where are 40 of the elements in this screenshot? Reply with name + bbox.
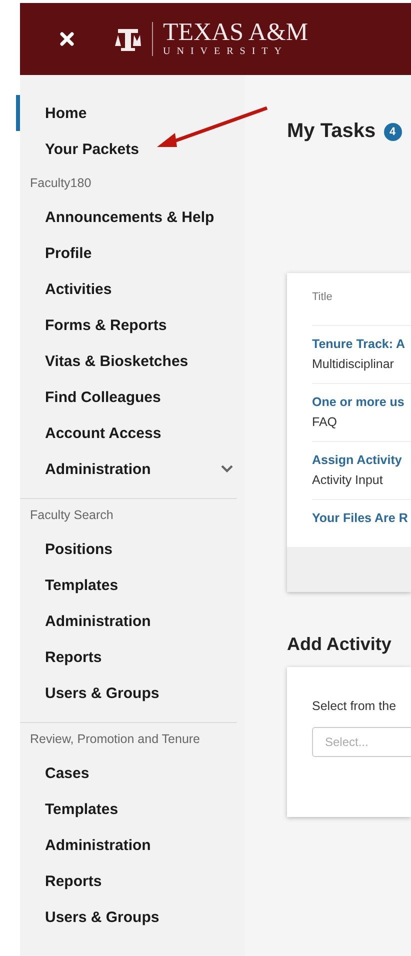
nav-item[interactable]: Users & Groups [16, 675, 245, 711]
task-link[interactable]: Tenure Track: A [312, 335, 411, 353]
nav-item[interactable]: Templates [16, 567, 245, 603]
nav-item[interactable]: Administration [16, 451, 245, 487]
nav-item[interactable]: Administration [16, 603, 245, 639]
column-header: Title [312, 290, 334, 305]
nav-item[interactable]: Find Colleagues [16, 379, 245, 415]
section-title: My Tasks [287, 120, 376, 143]
nav-item[interactable]: Users & Groups [16, 899, 245, 935]
task-link[interactable]: Your Files Are R [312, 509, 411, 527]
nav-item[interactable]: Reports [16, 639, 245, 675]
count-badge: 4 [384, 122, 402, 140]
nav-item[interactable]: Administration [16, 827, 245, 863]
nav-item[interactable]: Your Packets [16, 131, 245, 167]
university-subtitle: UNIVERSITY [163, 46, 289, 58]
section-title: Add Activity [287, 634, 392, 655]
nav-item[interactable]: Activities [16, 271, 245, 307]
section-label: Faculty Search [29, 507, 114, 524]
nav-item[interactable]: Reports [16, 863, 245, 899]
logo-icon [114, 26, 142, 52]
nav-item[interactable]: Cases [16, 755, 245, 791]
nav-item[interactable]: Templates [16, 791, 245, 827]
task-type: Multidisciplinar [312, 356, 395, 373]
section-label: Review, Promotion and Tenure [29, 731, 202, 748]
chevron-icon[interactable] [221, 465, 233, 473]
nav-item[interactable]: Vitas & Biosketches [16, 343, 245, 379]
task-type: Activity Input [312, 472, 384, 489]
nav-item[interactable]: Forms & Reports [16, 307, 245, 343]
section-label: Faculty180 [29, 175, 92, 192]
task-link[interactable]: Assign Activity [312, 451, 411, 469]
nav-item[interactable]: Announcements & Help [16, 199, 245, 235]
select-field[interactable]: Select... [312, 727, 411, 757]
close-icon[interactable] [60, 32, 74, 46]
nav-item[interactable]: Positions [16, 531, 245, 567]
nav-item[interactable]: Account Access [16, 415, 245, 451]
task-link[interactable]: One or more us [312, 393, 411, 411]
instruction-text: Select from the [312, 699, 398, 713]
nav-item[interactable]: Profile [16, 235, 245, 271]
university-name: TEXAS A&M [163, 20, 308, 46]
task-type: FAQ [312, 414, 338, 431]
